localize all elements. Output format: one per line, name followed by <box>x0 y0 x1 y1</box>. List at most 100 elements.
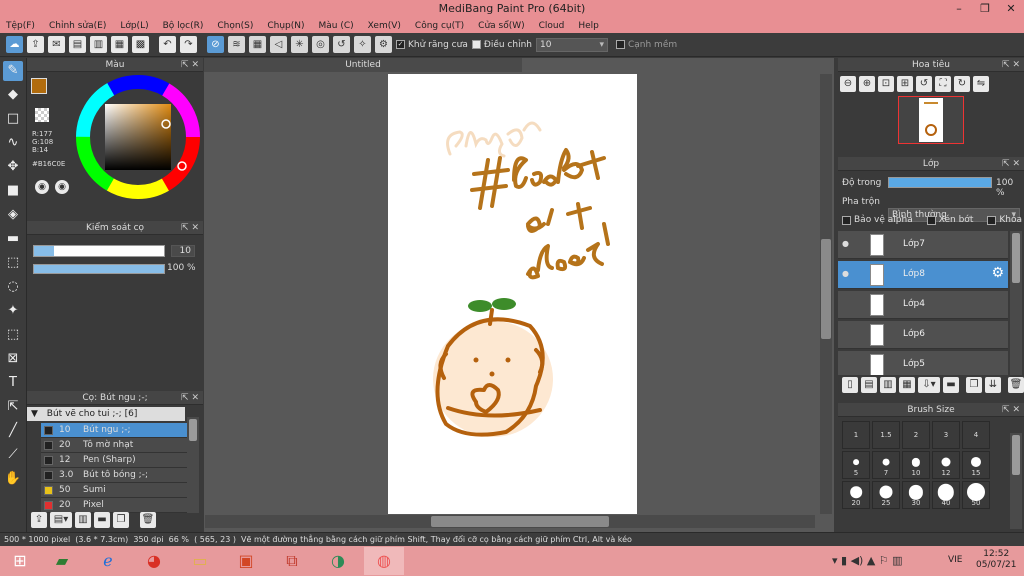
new-layer-icon[interactable]: ▯ <box>842 377 858 393</box>
pages-icon[interactable]: ▦ <box>111 36 128 53</box>
cloud-icon[interactable]: ☁ <box>6 36 23 53</box>
panel-close-icon[interactable]: ⇱ ✕ <box>1002 403 1020 417</box>
panel-close-icon[interactable]: ⇱ ✕ <box>1002 157 1020 171</box>
merge-layer-icon[interactable]: ⇊ <box>985 377 1001 393</box>
eraser-tool-icon[interactable]: ◆ <box>3 85 23 105</box>
brush-settings-icon[interactable]: ▥ <box>75 512 91 528</box>
menu-edit[interactable]: Chỉnh sửa(E) <box>49 21 106 31</box>
brush-options-icon[interactable]: ▤▾ <box>50 512 72 528</box>
layer-row[interactable]: Lớp6 <box>838 321 1008 349</box>
brush-size-preset[interactable]: 7 <box>872 451 900 479</box>
undo-icon[interactable]: ↶ <box>159 36 176 53</box>
panel-close-icon[interactable]: ⇱ ✕ <box>181 391 199 405</box>
grid-icon[interactable]: ▩ <box>132 36 149 53</box>
delete-brush-icon[interactable]: 🗑 <box>140 512 156 528</box>
brush-size-value[interactable]: 10 <box>171 245 195 257</box>
layer-visibility-icon[interactable] <box>842 329 852 339</box>
brush-size-preset[interactable]: 12 <box>932 451 960 479</box>
text-tool-icon[interactable]: T <box>3 373 23 393</box>
color-wheel[interactable] <box>75 74 201 200</box>
medibang-icon[interactable]: ◍ <box>364 547 404 575</box>
fit-window-icon[interactable]: ⊡ <box>878 76 894 92</box>
menu-filter[interactable]: Bộ lọc(R) <box>163 21 204 31</box>
brush-size-preset[interactable]: 50 <box>962 481 990 509</box>
transparent-swatch[interactable] <box>35 108 49 122</box>
panel-close-icon[interactable]: ⇱ ✕ <box>181 58 199 72</box>
file-explorer-icon[interactable]: ▭ <box>180 547 220 575</box>
brush-tool-icon[interactable]: ✎ <box>3 61 23 81</box>
app-icon[interactable]: ⧉ <box>272 547 312 575</box>
layer-row[interactable]: ● Lớp8 ⚙ <box>838 261 1008 289</box>
panel-close-icon[interactable]: ⇱ ✕ <box>181 221 199 235</box>
canvas-horizontal-scrollbar[interactable] <box>205 515 815 528</box>
menu-help[interactable]: Help <box>578 21 599 31</box>
layer-row[interactable]: Lớp5 <box>838 351 1008 375</box>
adjust-checkbox[interactable] <box>471 40 481 49</box>
cross-snap-icon[interactable]: ▦ <box>249 36 266 53</box>
bluestacks-icon[interactable]: ▰ <box>42 547 82 575</box>
layer-row[interactable]: ● Lớp7 <box>838 231 1008 259</box>
bucket-tool-icon[interactable]: ◈ <box>3 205 23 225</box>
lock-checkbox[interactable] <box>987 215 997 225</box>
layer-list-scrollbar[interactable] <box>1010 231 1022 375</box>
antialias-checkbox[interactable]: ✓ <box>396 40 405 49</box>
maximize-button[interactable]: ❐ <box>972 0 998 18</box>
select-eraser-tool-icon[interactable]: ⊠ <box>3 349 23 369</box>
internet-explorer-icon[interactable]: ℯ <box>88 547 128 575</box>
settings-snap-icon[interactable]: ⚙ <box>375 36 392 53</box>
layer-visibility-icon[interactable]: ● <box>842 269 852 279</box>
delete-layer-icon[interactable]: 🗑 <box>1008 377 1024 393</box>
new-8bit-layer-icon[interactable]: ▥ <box>880 377 896 393</box>
duplicate-layer-icon[interactable]: ❐ <box>966 377 982 393</box>
move-tool-icon[interactable]: ✥ <box>3 157 23 177</box>
radial-snap-icon[interactable]: ✳ <box>291 36 308 53</box>
curve-snap-icon[interactable]: ↺ <box>333 36 350 53</box>
fill-shape-tool-icon[interactable]: ■ <box>3 181 23 201</box>
brush-size-scrollbar[interactable] <box>1010 433 1022 529</box>
brush-size-preset[interactable]: 3 <box>932 421 960 449</box>
comment-icon[interactable]: ✉ <box>48 36 65 53</box>
brush-item[interactable]: 10Bút ngu ;-;⚙ <box>41 423 199 438</box>
menu-window[interactable]: Cửa sổ(W) <box>478 21 524 31</box>
blur-tool-icon[interactable]: ∿ <box>3 133 23 153</box>
rotate-snap-icon[interactable]: ✧ <box>354 36 371 53</box>
lasso-tool-icon[interactable]: ◌ <box>3 277 23 297</box>
canvas-vertical-scrollbar[interactable] <box>820 74 832 514</box>
minimize-button[interactable]: – <box>946 0 972 18</box>
brush-size-preset[interactable]: 10 <box>902 451 930 479</box>
navigator-preview[interactable] <box>898 96 964 144</box>
snap-off-icon[interactable]: ⊘ <box>207 36 224 53</box>
flip-icon[interactable]: ⇋ <box>973 76 989 92</box>
select-pen-tool-icon[interactable]: ⬚ <box>3 325 23 345</box>
brush-size-preset[interactable]: 25 <box>872 481 900 509</box>
circle-snap-icon[interactable]: ◎ <box>312 36 329 53</box>
layer-visibility-icon[interactable] <box>842 359 852 369</box>
clipping-checkbox[interactable] <box>926 215 936 225</box>
new-halftone-layer-icon[interactable]: ▤ <box>861 377 877 393</box>
dot-tool-icon[interactable]: □ <box>3 109 23 129</box>
brush-item[interactable]: 12 Pen (Sharp) <box>41 453 199 468</box>
brush-item[interactable]: 50 Sumi <box>41 483 199 498</box>
menu-view[interactable]: Xem(V) <box>368 21 401 31</box>
menu-file[interactable]: Tệp(F) <box>6 21 35 31</box>
page-icon[interactable]: ▥ <box>90 36 107 53</box>
chrome-icon[interactable]: ◕ <box>134 547 174 575</box>
layer-visibility-icon[interactable]: ● <box>842 239 852 249</box>
layer-settings-gear-icon[interactable]: ⚙ <box>991 265 1004 281</box>
windows-start-icon[interactable]: ⊞ <box>0 547 40 575</box>
canvas-tab[interactable]: Untitled <box>204 58 522 72</box>
rotate-right-icon[interactable]: ↻ <box>954 76 970 92</box>
new-1bit-layer-icon[interactable]: ▦ <box>899 377 915 393</box>
menu-select[interactable]: Chọn(S) <box>217 21 253 31</box>
eyedropper-tool-icon[interactable]: ⟋ <box>3 445 23 465</box>
menu-color[interactable]: Màu (C) <box>319 21 354 31</box>
brush-size-preset[interactable]: 5 <box>842 451 870 479</box>
brush-size-preset[interactable]: 20 <box>842 481 870 509</box>
gradient-tool-icon[interactable]: ▬ <box>3 229 23 249</box>
brush-size-preset[interactable]: 15 <box>962 451 990 479</box>
new-folder-icon[interactable]: ▬ <box>943 377 959 393</box>
palette-icon[interactable]: ◉ <box>35 180 49 194</box>
redo-icon[interactable]: ↷ <box>180 36 197 53</box>
adjust-select[interactable]: 10 <box>535 37 608 52</box>
protect-alpha-checkbox[interactable] <box>842 215 851 225</box>
